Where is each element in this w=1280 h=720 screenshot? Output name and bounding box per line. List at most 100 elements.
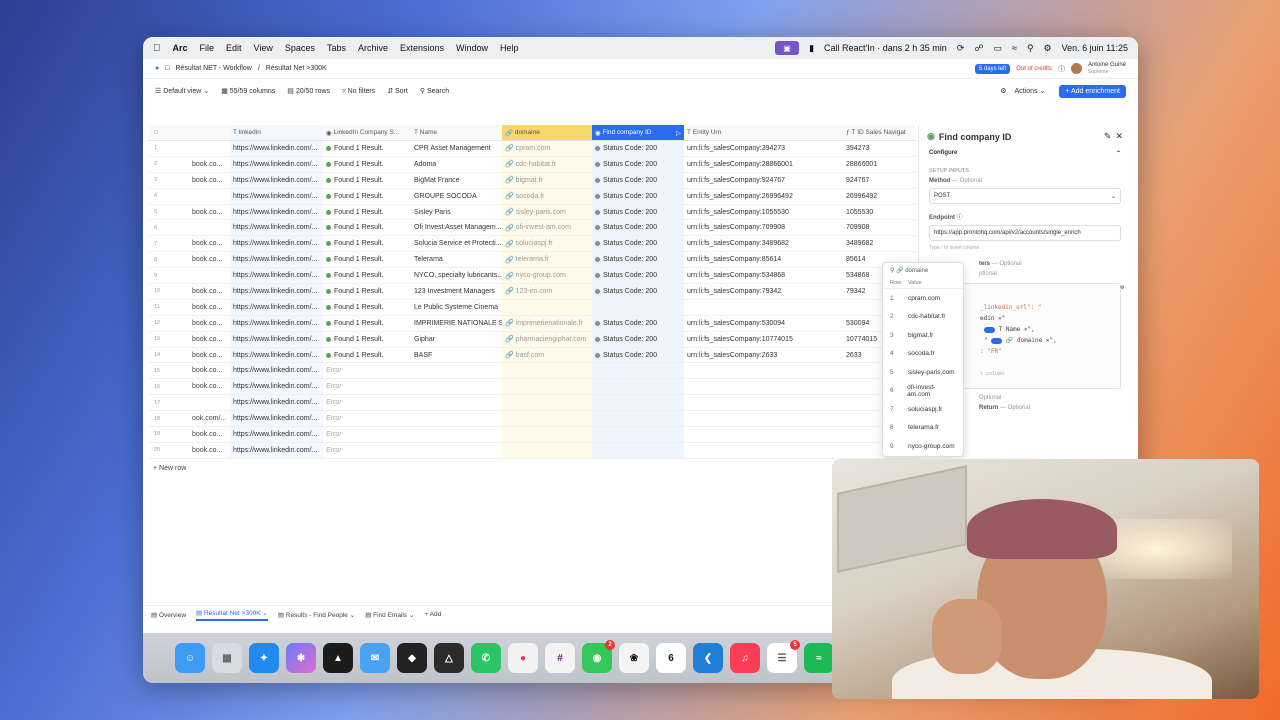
entity-urn-cell[interactable]: urn:li:fs_salesCompany:924767 bbox=[684, 173, 843, 188]
find-company-id-cell[interactable]: Status Code: 200 bbox=[592, 188, 684, 204]
table-row[interactable]: 12 book.co... https://www.linkedin.com/..… bbox=[148, 315, 916, 332]
domaine-cell[interactable]: 🔗 cdc-habitat.fr bbox=[502, 156, 592, 172]
entity-urn-cell[interactable]: urn:li:fs_salesCompany:530094 bbox=[684, 316, 843, 331]
edit-icon[interactable]: ✎ bbox=[1104, 131, 1112, 142]
row-index[interactable]: 1 bbox=[148, 141, 230, 156]
domaine-cell[interactable]: 🔗 bigmat.fr bbox=[502, 172, 592, 188]
header-linkedin-company[interactable]: ◉ LinkedIn Company S... bbox=[323, 125, 411, 140]
domaine-cell[interactable]: 🔗 socoda.fr bbox=[502, 188, 592, 204]
row-index[interactable]: 14 book.co... bbox=[148, 348, 230, 363]
menu-spaces[interactable]: Spaces bbox=[285, 43, 315, 53]
linkedin-company-cell[interactable]: Found 1 Result. bbox=[323, 220, 411, 235]
wifi-icon[interactable]: ≈ bbox=[1012, 43, 1017, 53]
name-cell[interactable] bbox=[411, 443, 502, 458]
dropdown-option[interactable]: 2 cdc-habitat.fr bbox=[883, 308, 963, 327]
linkedin-company-cell[interactable]: Found 1 Result. bbox=[323, 236, 411, 251]
find-company-id-cell[interactable]: Status Code: 200 bbox=[592, 331, 684, 347]
row-index[interactable]: 13 book.co... bbox=[148, 332, 230, 347]
menu-help[interactable]: Help bbox=[500, 43, 519, 53]
linkedin-cell[interactable]: https://www.linkedin.com/... bbox=[230, 284, 323, 299]
header-domaine[interactable]: 🔗 domaine bbox=[502, 125, 592, 140]
endpoint-input[interactable]: https://app.prontohq.com/api/v2/accounts… bbox=[929, 225, 1121, 241]
menu-window[interactable]: Window bbox=[456, 43, 488, 53]
name-cell[interactable]: Adoma bbox=[411, 157, 502, 172]
sales-nav-id-cell[interactable]: 28866001 bbox=[843, 157, 916, 172]
name-cell[interactable]: Le Public Systeme Cinema bbox=[411, 300, 502, 315]
find-company-id-cell[interactable]: Status Code: 200 bbox=[592, 141, 684, 156]
row-index[interactable]: 7 book.co... bbox=[148, 236, 230, 251]
find-company-id-cell[interactable]: Status Code: 200 bbox=[592, 284, 684, 299]
linkedin-cell[interactable]: https://www.linkedin.com/... bbox=[230, 156, 323, 172]
slack-icon[interactable]: # bbox=[545, 643, 575, 673]
header-linkedin[interactable]: T linkedin bbox=[230, 125, 323, 140]
default-view-button[interactable]: ☰ Default view ⌄ bbox=[155, 87, 209, 95]
name-cell[interactable] bbox=[411, 379, 502, 394]
linkedin-company-cell[interactable]: Found 1 Result. bbox=[323, 300, 411, 315]
credits-warning[interactable]: Out of credits bbox=[1016, 66, 1052, 72]
chatgpt-icon[interactable]: ❀ bbox=[619, 643, 649, 673]
menu-archive[interactable]: Archive bbox=[358, 43, 388, 53]
name-cell[interactable]: Solucia Service et Protecti... bbox=[411, 236, 502, 251]
find-company-id-cell[interactable] bbox=[592, 442, 684, 458]
row-index[interactable]: 6 bbox=[148, 220, 230, 235]
linkedin-company-cell[interactable]: Error bbox=[323, 427, 411, 442]
domaine-cell[interactable]: 🔗 soluciaspj.fr bbox=[502, 236, 592, 252]
entity-urn-cell[interactable] bbox=[684, 443, 843, 458]
name-cell[interactable]: GROUPE SOCODA bbox=[411, 189, 502, 204]
add-enrichment-button[interactable]: + Add enrichment bbox=[1059, 84, 1126, 98]
calendar-app-icon[interactable]: 6 bbox=[656, 643, 686, 673]
sales-nav-id-cell[interactable]: 924767 bbox=[843, 173, 916, 188]
domaine-cell[interactable]: 🔗 nyco-group.com bbox=[502, 268, 592, 284]
row-index[interactable]: 10 book.co... bbox=[148, 284, 230, 299]
entity-urn-cell[interactable] bbox=[684, 411, 843, 426]
tab-resultat-net[interactable]: ▤ Résultat Net >300K ⌄ bbox=[196, 609, 268, 621]
linkedin-cell[interactable]: https://www.linkedin.com/... bbox=[230, 188, 323, 204]
linkedin-cell[interactable]: https://www.linkedin.com/... bbox=[230, 331, 323, 347]
music-icon[interactable]: ♫ bbox=[730, 643, 760, 673]
domaine-cell[interactable] bbox=[502, 442, 592, 458]
tab-find-emails[interactable]: ▤ Find Emails ⌄ bbox=[365, 611, 414, 619]
reminders-icon[interactable]: ☰ 5 bbox=[767, 640, 800, 673]
table-row[interactable]: 3 book.co... https://www.linkedin.com/...… bbox=[148, 172, 916, 189]
name-cell[interactable]: 123 Investment Managers bbox=[411, 284, 502, 299]
toggle-icon[interactable] bbox=[991, 337, 1003, 344]
linkedin-cell[interactable]: https://www.linkedin.com/... bbox=[230, 427, 323, 442]
method-select[interactable]: POST ⌄ bbox=[929, 188, 1121, 204]
name-cell[interactable]: Sisley Paris bbox=[411, 205, 502, 220]
workspace-logo-icon[interactable]: ● bbox=[155, 65, 159, 72]
tab-find-people[interactable]: ▤ Results - Find People ⌄ bbox=[278, 611, 355, 619]
name-cell[interactable]: CPR Asset Management bbox=[411, 141, 502, 156]
linkedin-company-cell[interactable]: Found 1 Result. bbox=[323, 268, 411, 283]
row-index[interactable]: 20 book.co... bbox=[148, 443, 230, 458]
name-cell[interactable] bbox=[411, 427, 502, 442]
table-row[interactable]: 13 book.co... https://www.linkedin.com/..… bbox=[148, 331, 916, 348]
table-row[interactable]: 9 https://www.linkedin.com/... Found 1 R… bbox=[148, 268, 916, 285]
finder-icon[interactable]: ☺ bbox=[175, 643, 205, 673]
row-index[interactable]: 17 bbox=[148, 395, 230, 410]
linkedin-company-cell[interactable]: Found 1 Result. bbox=[323, 332, 411, 347]
launchpad-icon[interactable]: ▦ bbox=[212, 643, 242, 673]
linkedin-company-cell[interactable]: Found 1 Result. bbox=[323, 316, 411, 331]
find-company-id-cell[interactable] bbox=[592, 427, 684, 442]
linkedin-company-cell[interactable]: Error bbox=[323, 363, 411, 378]
dropdown-option[interactable]: 9 nyco-group.com bbox=[883, 437, 963, 456]
table-row[interactable]: 4 https://www.linkedin.com/... Found 1 R… bbox=[148, 188, 916, 205]
vscode-icon[interactable]: ❮ bbox=[693, 643, 723, 673]
new-row-button[interactable]: + New row bbox=[153, 465, 186, 472]
linkedin-company-cell[interactable]: Found 1 Result. bbox=[323, 173, 411, 188]
sort-button[interactable]: ⇵ Sort bbox=[387, 87, 408, 95]
name-cell[interactable]: Telerama bbox=[411, 252, 502, 267]
control-center-icon[interactable]: ⚙ bbox=[1044, 43, 1052, 54]
row-index[interactable]: 19 book.co... bbox=[148, 427, 230, 442]
copilot-icon[interactable]: ✱ bbox=[286, 643, 316, 673]
entity-urn-cell[interactable]: urn:li:fs_salesCompany:79342 bbox=[684, 284, 843, 299]
name-cell[interactable]: BigMat France bbox=[411, 173, 502, 188]
find-company-id-cell[interactable] bbox=[592, 299, 684, 315]
menu-view[interactable]: View bbox=[254, 43, 273, 53]
breadcrumb-root[interactable]: Résultat NET - Workflow bbox=[175, 65, 251, 72]
breadcrumb-current[interactable]: Résultat Net >300K bbox=[266, 65, 327, 72]
table-row[interactable]: 10 book.co... https://www.linkedin.com/..… bbox=[148, 284, 916, 300]
find-company-id-cell[interactable]: Status Code: 200 bbox=[592, 347, 684, 363]
sales-nav-id-cell[interactable]: 26996492 bbox=[843, 189, 916, 204]
table-row[interactable]: 16 book.co... https://www.linkedin.com/..… bbox=[148, 379, 916, 396]
